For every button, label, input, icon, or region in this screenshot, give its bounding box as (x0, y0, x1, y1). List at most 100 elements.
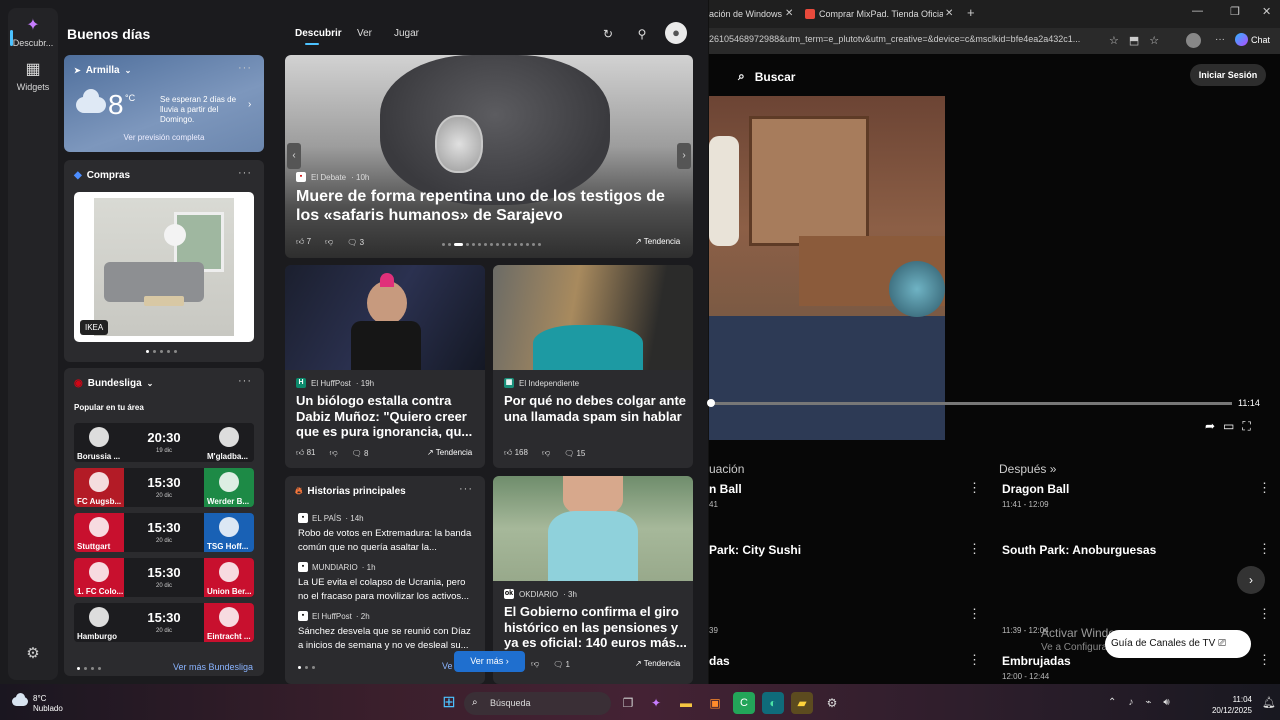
program-menu-icon[interactable]: ⋮ (1258, 480, 1271, 496)
more-menu-icon[interactable]: ··· (1215, 34, 1225, 45)
video-player[interactable] (709, 96, 945, 440)
chat-button[interactable]: Chat (1235, 33, 1270, 46)
match-row[interactable]: Stuttgart 15:30 20 dic TSG Hoff... (74, 513, 254, 552)
like-button[interactable]: 👍︎ 168 (504, 448, 528, 458)
program-menu-icon[interactable]: ⋮ (968, 652, 981, 668)
toolbar-icons[interactable]: ☆⬒☆ (1109, 34, 1169, 47)
maximize-icon[interactable]: ❐ (1230, 5, 1240, 18)
file-explorer-icon[interactable]: ▬ (675, 692, 697, 714)
edge-browser-icon[interactable]: ◐ (762, 692, 784, 714)
program-menu-icon[interactable]: ⋮ (1258, 541, 1271, 557)
browser-tab-2[interactable]: Comprar MixPad. Tienda Oficial de (801, 4, 943, 24)
dislike-icon[interactable]: 👎︎ (330, 448, 338, 458)
copilot-icon[interactable]: ✦ (645, 692, 667, 714)
notification-bell-icon[interactable]: 🔔︎ (1262, 696, 1276, 709)
tab-discover[interactable]: Descubrir (295, 28, 342, 39)
program-menu-icon[interactable]: ⋮ (968, 541, 981, 557)
chevron-right-icon[interactable]: › (248, 99, 251, 110)
dislike-icon[interactable]: 👎︎ (325, 237, 333, 247)
taskbar-clock[interactable]: 11:04 20/12/2025 (1196, 694, 1252, 716)
new-tab-icon[interactable]: + (967, 5, 975, 20)
address-bar[interactable]: 26105468972988&utm_term=e_plutotv&utm_cr… (709, 28, 1280, 54)
like-button[interactable]: 👍︎ 81 (296, 448, 316, 458)
close-window-icon[interactable]: ✕ (1262, 5, 1271, 18)
video-controls[interactable]: ➦▭⛶ (1205, 419, 1259, 434)
match-row[interactable]: Hamburgo 15:30 20 dic Eintracht ... (74, 603, 254, 642)
news-title[interactable]: Por qué no debes colgar ante una llamada… (504, 393, 689, 424)
hero-carousel-dots[interactable] (442, 243, 541, 246)
refresh-icon[interactable]: ↻ (598, 24, 618, 44)
address-text[interactable]: 26105468972988&utm_term=e_plutotv&utm_cr… (709, 34, 1080, 44)
story-item[interactable]: ▪ El HuffPost · 2h Sánchez desvela que se r… (298, 611, 478, 653)
see-more-link[interactable]: Ve (442, 661, 453, 671)
tab-play[interactable]: Jugar (394, 28, 419, 39)
sticky-notes-icon[interactable]: ▰ (791, 692, 813, 714)
settings-icon[interactable]: ⚙ (821, 692, 843, 714)
taskbar-search[interactable]: Búsqueda (464, 692, 611, 715)
match-row[interactable]: 1. FC Colo... 15:30 20 dic Union Ber... (74, 558, 254, 597)
away-team: Werder B... (204, 468, 254, 507)
shopping-more-icon[interactable]: ··· (238, 167, 252, 179)
carousel-dots[interactable] (146, 350, 177, 353)
like-button[interactable]: 👍︎ 7 (296, 237, 311, 247)
comment-button[interactable]: 🗨 15 (564, 449, 585, 458)
system-tray-icons[interactable]: ⌃♪⌁🔊︎ (1108, 697, 1182, 708)
product-image[interactable]: IKEA (74, 192, 254, 342)
program-menu-icon[interactable]: ⋮ (1258, 652, 1271, 668)
guide-next-icon[interactable]: › (1237, 566, 1265, 594)
story-item[interactable]: ▪ MUNDIARIO · 1h La UE evita el colapso de … (298, 562, 478, 604)
news-title[interactable]: Un biólogo estalla contra Dabiz Muñoz: "… (296, 393, 478, 440)
settings-gear-icon[interactable]: ⚙ (8, 634, 58, 674)
comment-button[interactable]: 🗨 1 (553, 660, 570, 669)
news-title[interactable]: El Gobierno confirma el giro histórico e… (504, 604, 689, 651)
bundesliga-more-icon[interactable]: ··· (238, 375, 252, 387)
comment-button[interactable]: 🗨 8 (352, 449, 369, 458)
tv-guide-button[interactable]: Guía de Canales de TV ⎚ (1105, 630, 1251, 658)
carousel-prev-icon[interactable]: ‹ (287, 143, 301, 169)
news-card-1[interactable]: H El HuffPost · 19h Un biólogo estalla c… (285, 265, 485, 468)
close-tab-icon[interactable]: ✕ (785, 8, 793, 19)
weather-header[interactable]: ➤ Armilla ⌄ (74, 65, 131, 76)
task-view-icon[interactable]: ❐ (617, 692, 639, 714)
weather-card[interactable]: ➤ Armilla ⌄ ··· 8 °C Se esperan 2 días d… (64, 55, 264, 152)
minimize-icon[interactable]: — (1192, 5, 1203, 17)
tab-watch[interactable]: Ver (357, 28, 372, 39)
rail-widgets[interactable]: ▦ Widgets (8, 60, 58, 92)
dislike-icon[interactable]: 👎︎ (531, 659, 539, 669)
bundesliga-header[interactable]: ◉ Bundesliga ⌄ (74, 378, 153, 389)
weather-full-forecast-link[interactable]: Ver previsión completa (64, 133, 264, 142)
rail-discover[interactable]: ✦ Descubr... (8, 16, 58, 48)
dislike-icon[interactable]: 👎︎ (542, 448, 550, 458)
bundesliga-dots[interactable] (77, 667, 101, 670)
taskbar-weather[interactable]: 8°C Nublado (33, 694, 63, 714)
program-menu-icon[interactable]: ⋮ (968, 480, 981, 496)
stories-dots[interactable] (298, 666, 315, 669)
see-more-bundesliga-link[interactable]: Ver más Bundesliga (173, 662, 253, 672)
comment-button[interactable]: 🗨 3 (347, 238, 364, 247)
cloud-icon[interactable] (10, 693, 30, 707)
hero-title[interactable]: Muere de forma repentina uno de los test… (296, 187, 686, 225)
close-tab-icon[interactable]: ✕ (945, 8, 953, 19)
tv-search[interactable]: ⌕ Buscar (738, 69, 795, 84)
story-item[interactable]: ▪ EL PAÍS · 14h Robo de votos en Extremadur… (298, 513, 478, 555)
windows-start-icon[interactable]: ⊞ (438, 692, 460, 714)
store-icon[interactable]: ▣ (704, 692, 726, 714)
app-icon[interactable]: C (733, 692, 755, 714)
avatar[interactable]: ● (665, 22, 687, 44)
program-menu-icon[interactable]: ⋮ (968, 606, 981, 622)
pin-icon[interactable]: ⚲ (632, 24, 652, 44)
video-timeline[interactable] (709, 402, 1232, 405)
timeline-handle[interactable] (707, 399, 715, 407)
login-button[interactable]: Iniciar Sesión (1190, 64, 1266, 86)
profile-avatar[interactable] (1186, 33, 1201, 48)
hero-article[interactable]: ‹ › ▪ El Debate · 10h Muere de forma rep… (285, 55, 693, 258)
match-row[interactable]: FC Augsb... 15:30 20 dic Werder B... (74, 468, 254, 507)
see-more-button[interactable]: Ver más › (454, 651, 525, 672)
program-menu-icon[interactable]: ⋮ (1258, 606, 1271, 622)
top-stories-more-icon[interactable]: ··· (459, 483, 473, 495)
news-card-2[interactable]: ▦ El Independiente Por qué no debes colg… (493, 265, 693, 468)
match-date: 19 dic (155, 448, 172, 454)
carousel-next-icon[interactable]: › (677, 143, 691, 169)
match-row[interactable]: Borussia ... 20:30 19 dic M'gladba... (74, 423, 254, 462)
weather-more-icon[interactable]: ··· (238, 62, 252, 74)
